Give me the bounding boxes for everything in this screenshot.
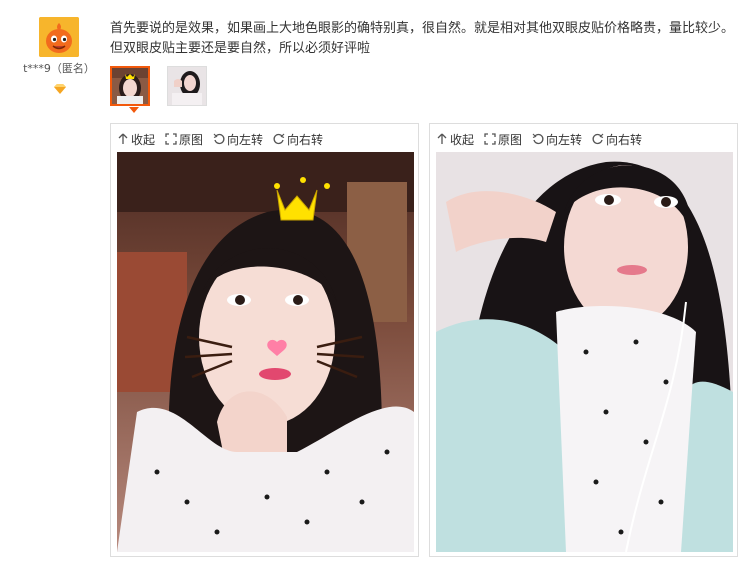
- user-avatar[interactable]: [39, 17, 79, 57]
- original-image-button[interactable]: 原图: [165, 131, 203, 148]
- review-photo-1[interactable]: [117, 152, 414, 552]
- original-label: 原图: [179, 132, 204, 147]
- orange-cartoon-avatar-icon: [39, 17, 79, 57]
- viewer-toolbar: 收起 原图 向左转 向右转: [436, 130, 642, 148]
- arrow-up-icon: [437, 133, 447, 144]
- thumbnail-2[interactable]: [167, 66, 207, 106]
- rotate-right-label: 向右转: [606, 132, 643, 147]
- diamond-icon: [54, 79, 66, 94]
- selected-thumbnail-arrow: [129, 107, 139, 113]
- arrow-up-icon: [118, 133, 128, 144]
- rotate-left-button[interactable]: 向左转: [213, 131, 263, 148]
- viewer-toolbar: 收起 原图 向左转 向右转: [117, 130, 323, 148]
- selfie-photo-1: [117, 152, 414, 552]
- collapse-button[interactable]: 收起: [117, 131, 155, 148]
- rotate-left-icon: [213, 133, 225, 145]
- review-text: 首先要说的是效果，如果画上大地色眼影的确特别真，很自然。就是相对其他双眼皮贴价格…: [110, 21, 735, 56]
- rotate-right-label: 向右转: [287, 132, 324, 147]
- selfie-photo-2: [436, 152, 733, 552]
- rotate-left-button[interactable]: 向左转: [532, 131, 582, 148]
- collapse-label: 收起: [131, 132, 156, 147]
- image-viewer-2: 收起 原图 向左转 向右转: [429, 123, 738, 557]
- photo-thumbnail-icon: [112, 68, 148, 104]
- expand-icon: [484, 133, 496, 145]
- rotate-left-icon: [532, 133, 544, 145]
- original-label: 原图: [498, 132, 523, 147]
- image-viewer-1: 收起 原图 向左转 向右转: [110, 123, 419, 557]
- rotate-right-icon: [592, 133, 604, 145]
- rotate-left-label: 向左转: [227, 132, 264, 147]
- photo-thumbnail-icon: [168, 67, 206, 105]
- rotate-right-button[interactable]: 向右转: [273, 131, 323, 148]
- rotate-right-icon: [273, 133, 285, 145]
- collapse-label: 收起: [450, 132, 475, 147]
- expand-icon: [165, 133, 177, 145]
- thumbnail-1[interactable]: [110, 66, 150, 106]
- review-photo-2[interactable]: [436, 152, 733, 552]
- rotate-left-label: 向左转: [546, 132, 583, 147]
- username: t***9（匿名）: [23, 62, 95, 75]
- original-image-button[interactable]: 原图: [484, 131, 522, 148]
- collapse-button[interactable]: 收起: [436, 131, 474, 148]
- rotate-right-button[interactable]: 向右转: [592, 131, 642, 148]
